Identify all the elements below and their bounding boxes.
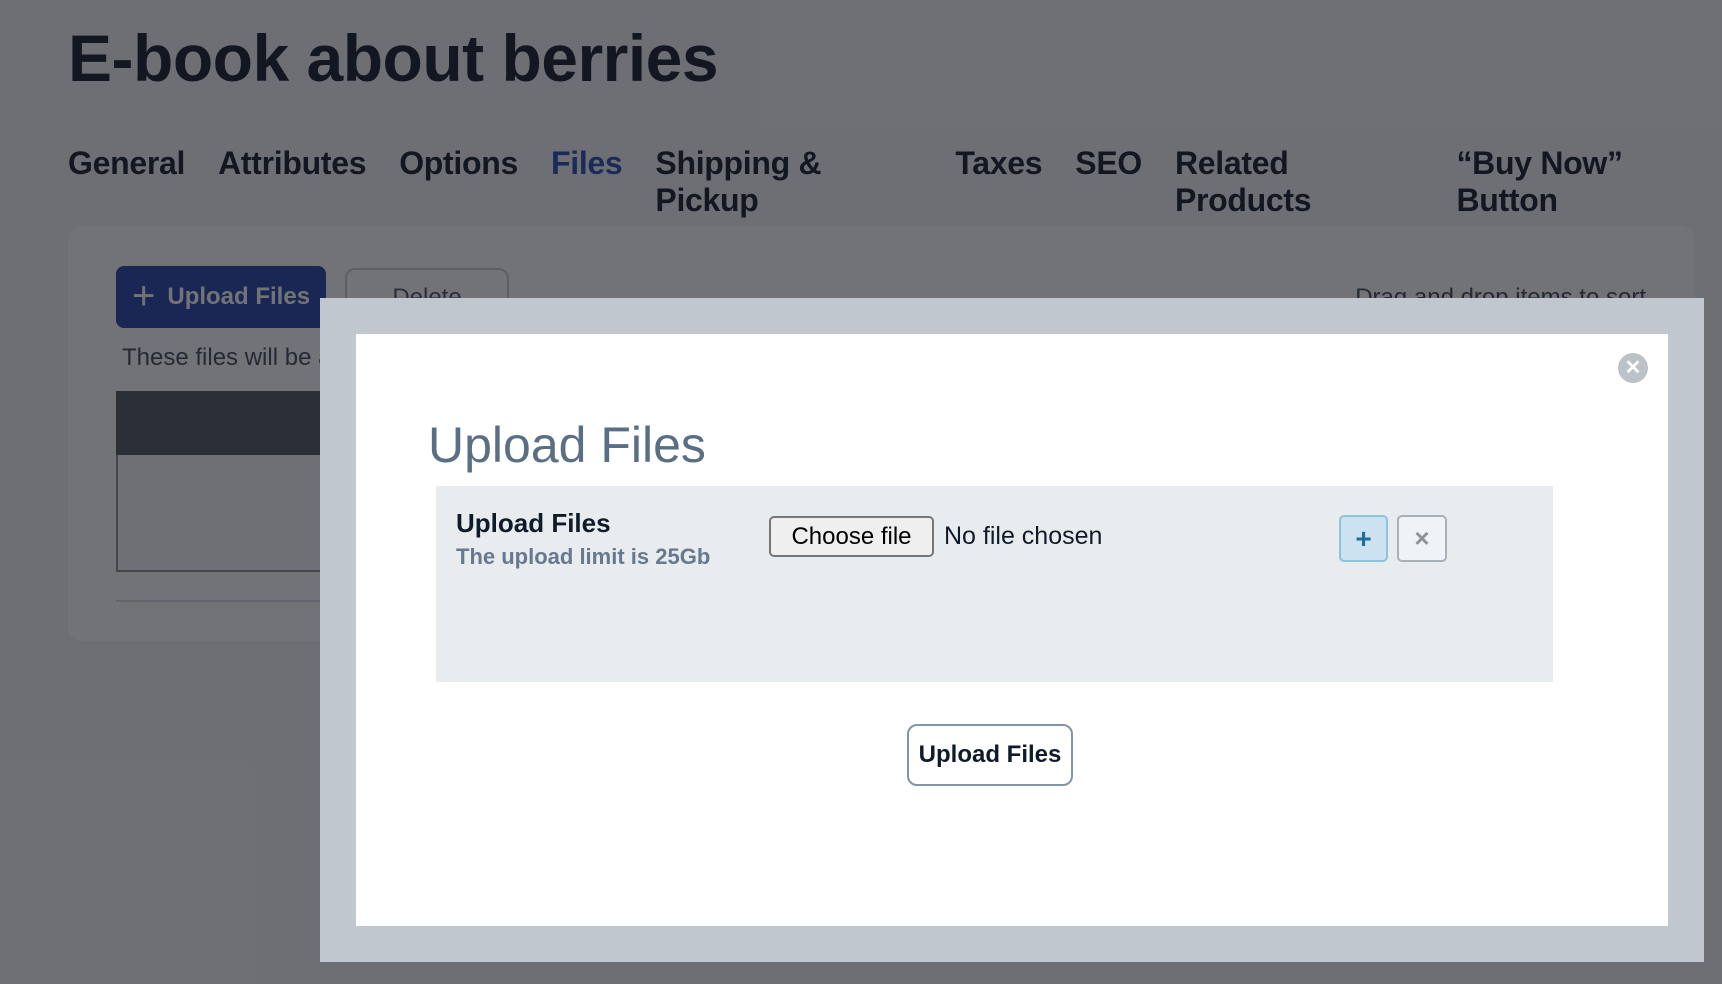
remove-file-row-button[interactable]: × <box>1397 515 1447 562</box>
choose-file-button[interactable]: Choose file <box>769 516 934 557</box>
upload-files-modal: ✕ Upload Files Upload Files The upload l… <box>320 298 1704 962</box>
upload-panel: Upload Files The upload limit is 25Gb Ch… <box>436 486 1553 682</box>
file-input[interactable]: Choose file No file chosen <box>769 516 1102 557</box>
submit-upload-button[interactable]: Upload Files <box>907 724 1073 786</box>
close-icon[interactable]: ✕ <box>1618 353 1648 383</box>
add-file-row-button[interactable]: + <box>1339 515 1388 562</box>
upload-limit-hint: The upload limit is 25Gb <box>456 544 711 569</box>
modal-title: Upload Files <box>428 417 706 473</box>
plus-icon: + <box>1355 522 1372 554</box>
upload-field-label: Upload Files <box>456 508 611 538</box>
remove-icon: × <box>1414 523 1430 553</box>
modal-content: ✕ Upload Files Upload Files The upload l… <box>356 334 1668 926</box>
file-status: No file chosen <box>944 522 1103 550</box>
